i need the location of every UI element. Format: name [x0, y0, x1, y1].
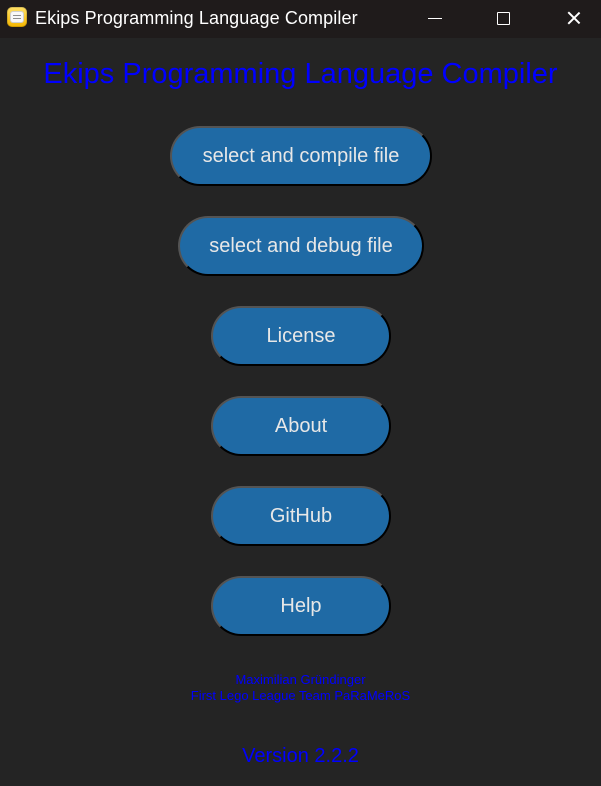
close-button[interactable]: [551, 0, 597, 36]
minimize-icon: [428, 17, 442, 19]
app-icon: [7, 7, 27, 27]
license-button[interactable]: License: [211, 306, 391, 366]
app-window: Ekips Programming Language Compiler Ekip…: [0, 0, 601, 786]
about-button[interactable]: About: [211, 396, 391, 456]
select-and-compile-file-button[interactable]: select and compile file: [170, 126, 432, 186]
minimize-button[interactable]: [412, 0, 458, 36]
author-name: Maximilian Gründinger: [235, 672, 366, 687]
window-title: Ekips Programming Language Compiler: [35, 8, 358, 28]
maximize-icon: [496, 11, 510, 25]
close-icon: [566, 10, 582, 26]
team-name: First Lego League Team PaRaMeRoS: [190, 688, 411, 703]
page-title: Ekips Programming Language Compiler: [43, 58, 558, 90]
credits: Maximilian Gründinger First Lego League …: [0, 672, 601, 704]
github-button[interactable]: GitHub: [211, 486, 391, 546]
select-and-debug-file-button[interactable]: select and debug file: [178, 216, 424, 276]
title-bar[interactable]: Ekips Programming Language Compiler: [0, 0, 601, 38]
version-label: Version 2.2.2: [242, 745, 359, 767]
maximize-button[interactable]: [480, 0, 526, 36]
help-button[interactable]: Help: [211, 576, 391, 636]
